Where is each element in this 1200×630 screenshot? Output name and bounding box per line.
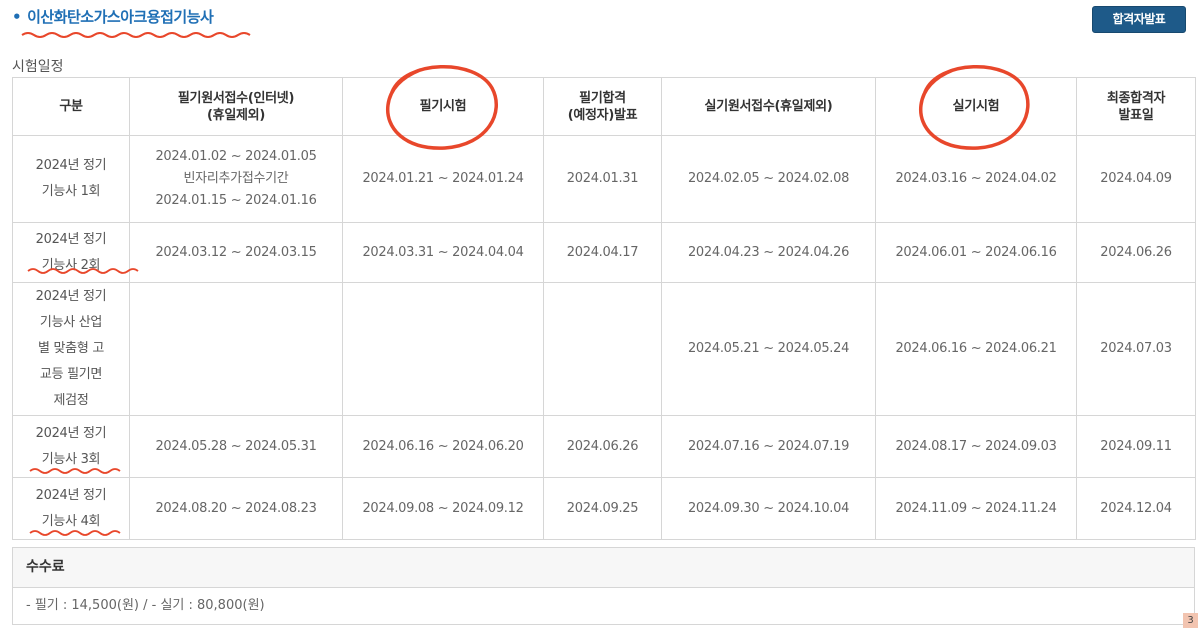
header-label: 실기원서접수(휴일제외) [704,99,833,114]
table-row: 2024년 정기 기능사 산업 별 맞춤형 고 교등 필기면 제검정 2024.05.21… [12,282,1196,416]
header-written-application: 필기원서접수(인터넷) (휴일제외) [129,77,343,136]
header-label: 필기시험 [419,99,467,114]
header-label: 실기시험 [952,99,1000,114]
header-label: 최종합격자 발표일 [1106,90,1166,123]
cell-practical-application: 2024.05.21 ~ 2024.05.24 [661,282,876,416]
cell-written-exam: 2024.03.31 ~ 2024.04.04 [342,222,544,283]
cell-written-application: 2024.08.20 ~ 2024.08.23 [129,477,343,540]
cell-written-application: 2024.03.12 ~ 2024.03.15 [129,222,343,283]
table-row: 2024년 정기 기능사 3회 2024.05.28 ~ 2024.05.31 202… [12,415,1196,478]
cell-final-result: 2024.12.04 [1076,477,1196,540]
table-header-row: 구분 필기원서접수(인터넷) (휴일제외) 필기시험 필기합격 (예정자)발표 실기… [12,77,1196,136]
section-label-schedule: 시험일정 [12,59,64,75]
cell-final-result: 2024.06.26 [1076,222,1196,283]
cell-written-result [543,282,662,416]
cell-written-application [129,282,343,416]
header-written-exam: 필기시험 [342,77,544,136]
pass-result-button[interactable]: 합격자발표 [1092,6,1186,33]
header-final-result: 최종합격자 발표일 [1076,77,1196,136]
cell-written-application: 2024.05.28 ~ 2024.05.31 [129,415,343,478]
cell-practical-exam: 2024.11.09 ~ 2024.11.24 [875,477,1077,540]
cell-practical-exam: 2024.08.17 ~ 2024.09.03 [875,415,1077,478]
cell-practical-application: 2024.07.16 ~ 2024.07.19 [661,415,876,478]
cell-written-result: 2024.04.17 [543,222,662,283]
header-label: 구분 [59,99,83,114]
cell-practical-application: 2024.04.23 ~ 2024.04.26 [661,222,876,283]
cell-written-result: 2024.01.31 [543,135,662,223]
fee-heading: 수수료 [13,548,1194,588]
cell-written-exam [342,282,544,416]
page-title: • 이산화탄소가스아크용접기능사 [12,6,214,28]
header-label: 필기합격 (예정자)발표 [567,90,638,123]
cell-practical-application: 2024.02.05 ~ 2024.02.08 [661,135,876,223]
header-practical-exam: 실기시험 [875,77,1077,136]
table-row: 2024년 정기 기능사 1회 2024.01.02 ~ 2024.01.05 빈자리… [12,135,1196,223]
header-gubun: 구분 [12,77,130,136]
cell-gubun: 2024년 정기 기능사 산업 별 맞춤형 고 교등 필기면 제검정 [12,282,130,416]
corner-badge: 3 [1183,613,1198,628]
cell-final-result: 2024.07.03 [1076,282,1196,416]
exam-schedule-table: 구분 필기원서접수(인터넷) (휴일제외) 필기시험 필기합격 (예정자)발표 실기… [12,77,1196,540]
cell-gubun: 2024년 정기 기능사 4회 [12,477,130,540]
cell-written-exam: 2024.09.08 ~ 2024.09.12 [342,477,544,540]
cell-written-application: 2024.01.02 ~ 2024.01.05 빈자리추가접수기간 2024.01.… [129,135,343,223]
fee-section: 수수료 - 필기 : 14,500(원) / - 실기 : 80,800(원) [12,547,1195,625]
table-row: 2024년 정기 기능사 4회 2024.08.20 ~ 2024.08.23 202… [12,477,1196,540]
table-row: 2024년 정기 기능사 2회 2024.03.12 ~ 2024.03.15 202… [12,222,1196,283]
cell-practical-exam: 2024.06.16 ~ 2024.06.21 [875,282,1077,416]
cell-written-exam: 2024.01.21 ~ 2024.01.24 [342,135,544,223]
header-practical-application: 실기원서접수(휴일제외) [661,77,876,136]
header-written-result: 필기합격 (예정자)발표 [543,77,662,136]
cell-gubun: 2024년 정기 기능사 1회 [12,135,130,223]
cell-final-result: 2024.04.09 [1076,135,1196,223]
cell-practical-exam: 2024.06.01 ~ 2024.06.16 [875,222,1077,283]
cell-written-result: 2024.06.26 [543,415,662,478]
title-bullet: • [12,8,22,26]
cell-written-result: 2024.09.25 [543,477,662,540]
cell-practical-application: 2024.09.30 ~ 2024.10.04 [661,477,876,540]
fee-text: - 필기 : 14,500(원) / - 실기 : 80,800(원) [26,598,265,613]
cell-gubun: 2024년 정기 기능사 3회 [12,415,130,478]
cell-practical-exam: 2024.03.16 ~ 2024.04.02 [875,135,1077,223]
cell-gubun: 2024년 정기 기능사 2회 [12,222,130,283]
title-text: 이산화탄소가스아크용접기능사 [27,8,214,26]
cell-final-result: 2024.09.11 [1076,415,1196,478]
title-underline-annotation [21,32,251,38]
header-label: 필기원서접수(인터넷) (휴일제외) [177,90,295,123]
cell-written-exam: 2024.06.16 ~ 2024.06.20 [342,415,544,478]
